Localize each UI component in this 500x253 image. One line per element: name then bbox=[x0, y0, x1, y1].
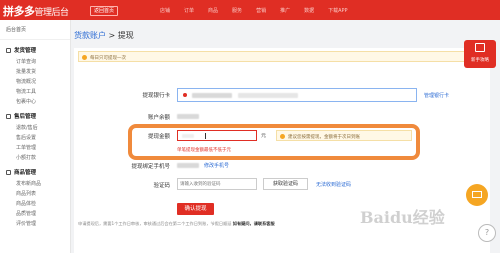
gift-icon bbox=[475, 43, 485, 52]
footnote-bold: 如有疑问，请联系客服 bbox=[232, 221, 275, 226]
code-label: 验证码 bbox=[153, 183, 170, 189]
amount-warning: 建议您按需提现，金额将于次日到账 bbox=[276, 130, 412, 141]
bank-card-select[interactable] bbox=[177, 88, 417, 102]
sidebar-group-label: 发货管理 bbox=[14, 48, 37, 54]
top-nav-item[interactable]: 订单 bbox=[184, 7, 194, 14]
top-nav-item[interactable]: 推广 bbox=[280, 7, 290, 14]
top-nav-item[interactable]: 服务 bbox=[232, 7, 242, 14]
top-nav-item[interactable]: 下载APP bbox=[328, 7, 347, 14]
sidebar-group-title[interactable]: 商品管理 bbox=[0, 166, 70, 178]
confirm-withdraw-button[interactable]: 确认提现 bbox=[177, 203, 214, 215]
truck-icon bbox=[6, 47, 11, 53]
service-icon bbox=[6, 113, 11, 119]
newbie-guide-float[interactable]: 新手攻略 bbox=[464, 40, 496, 68]
top-nav: 店铺 订单 商品 服务 营销 推广 数据 下载APP bbox=[160, 7, 348, 14]
sidebar-item[interactable]: 商品体检 bbox=[0, 198, 70, 208]
breadcrumb-current: 提现 bbox=[117, 31, 134, 40]
sidebar-item[interactable]: 发布新商品 bbox=[0, 178, 70, 188]
text-cursor-icon bbox=[205, 133, 206, 139]
sidebar-group-title[interactable]: 售后管理 bbox=[0, 110, 70, 122]
envelope-icon bbox=[472, 191, 482, 198]
amount-unit: 元 bbox=[261, 133, 267, 139]
sidebar-group-shipping: 发货管理 订单查询 批量发货 物流概况 物流工具 包裹中心 bbox=[0, 44, 70, 106]
phone-number-masked bbox=[177, 163, 199, 168]
sidebar-item[interactable]: 包裹中心 bbox=[0, 96, 70, 106]
sidebar-group-products: 商品管理 发布新商品 商品列表 商品体检 品质管理 评价管理 bbox=[0, 166, 70, 228]
logo-brand: 拼多多 bbox=[3, 5, 35, 18]
sidebar-item[interactable]: 商品列表 bbox=[0, 188, 70, 198]
sidebar-item-home[interactable]: 后台首页 bbox=[0, 20, 70, 40]
sidebar-group-label: 商品管理 bbox=[14, 170, 37, 176]
box-icon bbox=[6, 169, 11, 175]
bank-card-label: 提现银行卡 bbox=[142, 93, 170, 99]
sidebar-item[interactable]: 物流概况 bbox=[0, 76, 70, 86]
daily-limit-tip: 每日只可提现一次 bbox=[78, 51, 486, 62]
get-code-button[interactable]: 获取验证码 bbox=[263, 178, 308, 190]
bank-name-masked bbox=[192, 93, 232, 98]
top-nav-item[interactable]: 商品 bbox=[208, 7, 218, 14]
phone-label: 提现绑定手机号 bbox=[131, 164, 170, 170]
sidebar-item[interactable]: 批量发货 bbox=[0, 66, 70, 76]
watermark: Baidu经验 bbox=[360, 208, 445, 227]
top-nav-item[interactable]: 数据 bbox=[304, 7, 314, 14]
message-float-button[interactable] bbox=[466, 184, 488, 206]
amount-label: 提现金额 bbox=[147, 134, 170, 140]
verification-code-input[interactable] bbox=[180, 179, 256, 189]
verification-code-field[interactable] bbox=[177, 178, 257, 190]
sidebar-item[interactable]: 售后设置 bbox=[0, 132, 70, 142]
sidebar-item[interactable]: 订单查询 bbox=[0, 56, 70, 66]
warning-icon bbox=[280, 133, 285, 139]
sidebar-item[interactable]: 物流工具 bbox=[0, 86, 70, 96]
warning-icon bbox=[82, 54, 87, 60]
tip-text: 每日只可提现一次 bbox=[90, 55, 126, 61]
footnote-text: 申请提现后，需要1个工作日审核，审核通过后会在第二个工作日到账，节假日顺延 bbox=[78, 221, 232, 226]
sidebar-group-title[interactable]: 发货管理 bbox=[0, 44, 70, 56]
breadcrumb-parent[interactable]: 货款账户 bbox=[74, 31, 106, 40]
sidebar-item[interactable]: 评价管理 bbox=[0, 218, 70, 228]
balance-value-masked bbox=[177, 114, 199, 119]
warning-text: 建议您按需提现，金额将于次日到账 bbox=[288, 134, 360, 140]
card-number-masked bbox=[238, 93, 298, 98]
sidebar-item[interactable]: 工单管理 bbox=[0, 142, 70, 152]
sidebar: 后台首页 发货管理 订单查询 批量发货 物流概况 物流工具 包裹中心 售后管理 … bbox=[0, 20, 71, 253]
top-nav-item[interactable]: 店铺 bbox=[160, 7, 170, 14]
amount-limit-hint: 单笔提现金额最低不低于元 bbox=[177, 148, 231, 153]
sidebar-item[interactable]: 退款/售后 bbox=[0, 122, 70, 132]
sidebar-group-label: 售后管理 bbox=[14, 114, 37, 120]
breadcrumb: 货款账户 > 提现 bbox=[74, 30, 134, 41]
bank-logo-icon bbox=[183, 93, 187, 97]
amount-placeholder-masked bbox=[182, 134, 194, 138]
top-nav-item[interactable]: 营销 bbox=[256, 7, 266, 14]
logo-sub: 管理后台 bbox=[34, 8, 70, 18]
back-home-button[interactable]: 返回首页 bbox=[90, 6, 119, 16]
manage-bank-card-link[interactable]: 管理银行卡 bbox=[424, 92, 449, 99]
logo[interactable]: 拼多多管理后台 bbox=[3, 3, 69, 19]
breadcrumb-separator: > bbox=[106, 31, 118, 40]
sidebar-group-aftersale: 售后管理 退款/售后 售后设置 工单管理 小额打款 bbox=[0, 110, 70, 162]
balance-label: 账户余额 bbox=[147, 115, 170, 121]
amount-input[interactable] bbox=[177, 130, 257, 141]
sidebar-item[interactable]: 小额打款 bbox=[0, 152, 70, 162]
newbie-guide-label: 新手攻略 bbox=[471, 58, 489, 63]
no-code-link[interactable]: 无法收到验证码 bbox=[316, 181, 351, 188]
top-bar: 拼多多管理后台 返回首页 店铺 订单 商品 服务 营销 推广 数据 下载APP bbox=[0, 0, 500, 20]
change-phone-link[interactable]: 修改手机号 bbox=[204, 162, 229, 169]
help-button[interactable]: ? bbox=[478, 224, 496, 242]
sidebar-item[interactable]: 品质管理 bbox=[0, 208, 70, 218]
